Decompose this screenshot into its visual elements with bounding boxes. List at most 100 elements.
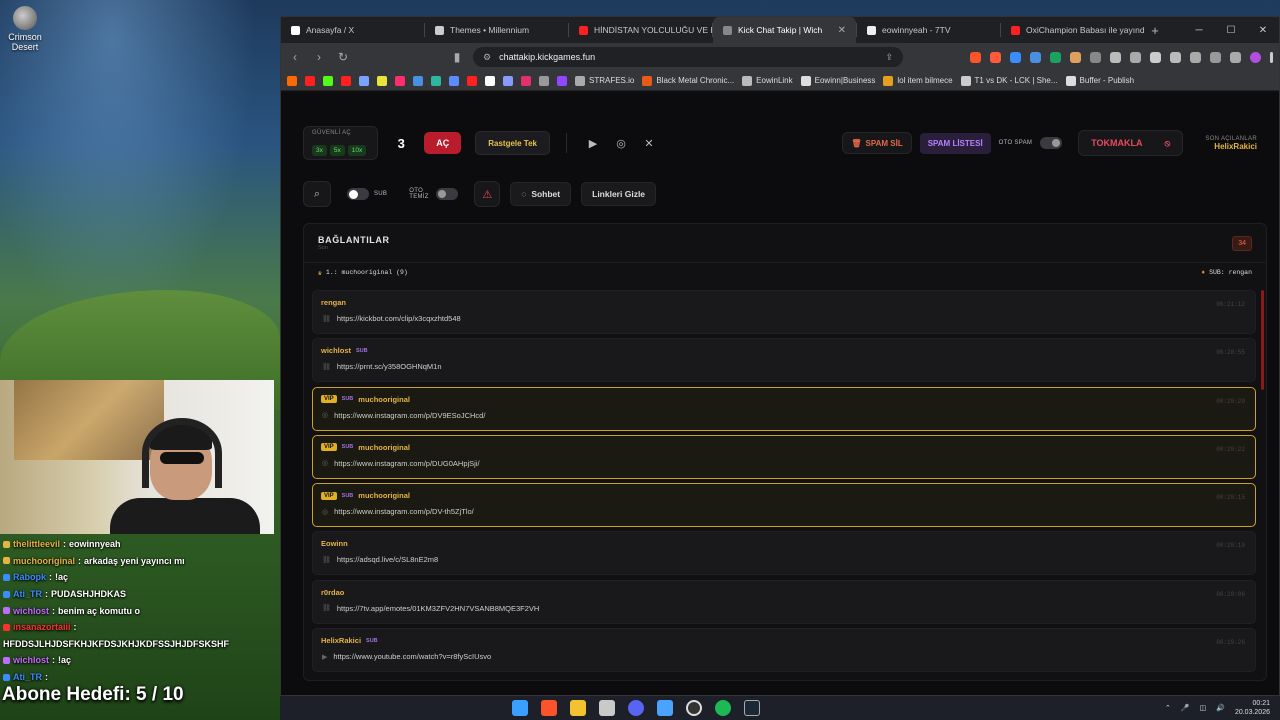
share-icon[interactable]: ⇪ (885, 52, 893, 63)
browser-tab[interactable]: Kick Chat Takip | Wich ✕ (713, 17, 856, 43)
instagram-icon[interactable]: ◎ (611, 133, 631, 153)
link-card[interactable]: VIP SUB muchooriginal ◎ https://www.instagra… (312, 483, 1256, 528)
browser-tab[interactable]: OxiChampion Babası ile yayınd (1001, 17, 1144, 43)
browser-tab[interactable]: eowinnyeah - 7TV (857, 17, 1000, 43)
bookmark-item[interactable] (413, 75, 423, 86)
brave-shield-icon[interactable] (970, 51, 981, 63)
link-card[interactable]: wichlost SUB ⛓ https://prnt.sc/y358OGHNqM1n… (312, 338, 1256, 383)
profile-icon[interactable] (1250, 51, 1261, 63)
tray-chevron-icon[interactable]: ⌃ (1165, 704, 1171, 712)
bookmark-item[interactable]: T1 vs DK - LCK | She... (960, 75, 1058, 86)
bookmark-icon[interactable]: ▮ (449, 50, 465, 64)
sohbet-button[interactable]: ◌ Sohbet (510, 182, 572, 206)
open-count[interactable]: 3 (386, 136, 416, 151)
wallet-icon[interactable] (1190, 51, 1201, 63)
hammer-icon[interactable] (599, 700, 615, 716)
search-button[interactable]: ⌕ (303, 181, 331, 207)
bookmark-item[interactable] (395, 75, 405, 86)
bookmark-item[interactable] (521, 75, 531, 86)
link-url[interactable]: https://7tv.app/emotes/01KM3ZFV2HN7VSANB… (337, 604, 539, 613)
linkleri-gizle-button[interactable]: Linkleri Gizle (581, 182, 657, 206)
block-icon[interactable]: ⦸ (1165, 138, 1171, 149)
reload-icon[interactable]: ↻ (335, 50, 351, 64)
menu-icon[interactable] (1270, 51, 1273, 63)
rastgele-tek-button[interactable]: Rastgele Tek (475, 131, 550, 155)
bookmark-item[interactable] (431, 75, 441, 86)
warning-button[interactable]: ⚠ (474, 181, 501, 207)
extension-1-icon[interactable] (1030, 51, 1041, 63)
close-tab-icon[interactable]: ✕ (838, 25, 846, 36)
link-url[interactable]: https://prnt.sc/y358OGHNqM1n (337, 362, 442, 371)
new-tab-button[interactable]: + (1144, 23, 1166, 38)
link-url[interactable]: https://www.youtube.com/watch?v=r8fyScIU… (333, 652, 491, 661)
scrollbar[interactable] (1261, 290, 1264, 390)
bookmark-item[interactable] (305, 75, 315, 86)
link-username[interactable]: r0rdao (321, 588, 344, 597)
link-username[interactable]: rengan (321, 298, 346, 307)
youtube-icon[interactable]: ▶ (583, 133, 603, 153)
mult-5x-button[interactable]: 5x (329, 144, 345, 156)
link-card[interactable]: VIP SUB muchooriginal ◎ https://www.instagra… (312, 434, 1256, 479)
link-card[interactable]: rengan ⛓ https://kickbot.com/clip/x3cqxzht… (312, 290, 1256, 334)
link-url[interactable]: https://www.instagram.com/p/DUG0AHpjSji/ (334, 459, 479, 468)
mult-3x-button[interactable]: 3x (312, 144, 327, 156)
ac-button[interactable]: AÇ (424, 132, 462, 154)
bookmark-item[interactable] (503, 75, 513, 86)
bookmark-item[interactable]: lol item bilmece (883, 75, 953, 86)
browser-tab[interactable]: HİNDİSTAN YOLCULUĞU VE HI (569, 17, 712, 43)
leo-icon[interactable] (1210, 51, 1221, 63)
extension-2-icon[interactable] (1050, 51, 1061, 63)
bookmark-item[interactable]: EowinLink (742, 75, 793, 86)
link-card[interactable]: r0rdao ⛓ https://7tv.app/emotes/01KM3ZFV2H… (312, 579, 1256, 624)
rewards-icon[interactable] (990, 51, 1001, 63)
audio-icon[interactable] (1010, 51, 1021, 63)
bookmark-item[interactable] (485, 75, 495, 86)
vpn-icon[interactable] (1230, 51, 1241, 63)
sub-toggle[interactable] (347, 188, 369, 200)
link-username[interactable]: wichlost (321, 346, 351, 355)
bookmark-item[interactable]: Buffer - Publish (1065, 75, 1134, 86)
start-icon[interactable] (512, 700, 528, 716)
sidebar-icon[interactable] (1170, 51, 1181, 63)
link-card[interactable]: Eowinn ⛓ https://adsqd.live/c/SL8nE2m8 00:2… (312, 531, 1256, 576)
bookmark-item[interactable] (449, 75, 459, 86)
clock[interactable]: 00:21 20.03.2026 (1235, 699, 1270, 717)
link-url[interactable]: https://adsqd.live/c/SL8nE2m8 (337, 555, 438, 564)
link-username[interactable]: HelixRakici (321, 636, 361, 645)
steam-icon[interactable] (744, 700, 760, 716)
tokmakla-button[interactable]: TOKMAKLA (1091, 138, 1142, 148)
bookmark-item[interactable] (557, 75, 567, 86)
close-window-button[interactable]: ✕ (1247, 25, 1279, 36)
link-card[interactable]: HelixRakici SUB ▶ https://www.youtube.com/w… (312, 628, 1256, 673)
bookmark-item[interactable]: Eowinn|Business (800, 75, 875, 86)
link-username[interactable]: muchooriginal (358, 395, 410, 404)
bookmark-item[interactable] (287, 75, 297, 86)
volume-icon[interactable]: 🔊 (1216, 704, 1225, 712)
extension-4-icon[interactable] (1090, 51, 1101, 63)
extensions-icon[interactable] (1110, 51, 1121, 63)
bookmark-item[interactable] (377, 75, 387, 86)
music-icon[interactable] (1150, 51, 1161, 63)
brave-app-icon[interactable] (541, 700, 557, 716)
link-username[interactable]: muchooriginal (358, 443, 410, 452)
battlenet-icon[interactable] (657, 700, 673, 716)
bookmark-item[interactable] (539, 75, 549, 86)
crimson-desert-shortcut[interactable]: Crimson Desert (4, 6, 46, 52)
spam-sil-button[interactable]: 🗑 SPAM SİL (842, 132, 912, 154)
discord-icon[interactable] (628, 700, 644, 716)
link-url[interactable]: https://www.instagram.com/p/DV9ESoJCHcd/ (334, 411, 485, 420)
site-settings-icon[interactable]: ⚙ (483, 52, 491, 63)
oto-spam-toggle[interactable] (1040, 137, 1063, 149)
extension-3-icon[interactable] (1070, 51, 1081, 63)
browser-tab[interactable]: Anasayfa / X (281, 17, 424, 43)
explorer-icon[interactable] (570, 700, 586, 716)
maximize-button[interactable]: ☐ (1215, 25, 1247, 36)
downloads-icon[interactable] (1130, 51, 1141, 63)
back-icon[interactable]: ‹ (287, 50, 303, 64)
spam-listesi-button[interactable]: SPAM LİSTESİ (919, 132, 991, 154)
bookmark-item[interactable]: STRAFES.io (575, 75, 634, 86)
minimize-button[interactable]: ─ (1183, 25, 1215, 36)
url-field[interactable]: ⚙ chattakip.kickgames.fun ⇪ (473, 47, 903, 67)
mult-10x-button[interactable]: 10x (347, 144, 367, 156)
bookmark-item[interactable] (341, 75, 351, 86)
